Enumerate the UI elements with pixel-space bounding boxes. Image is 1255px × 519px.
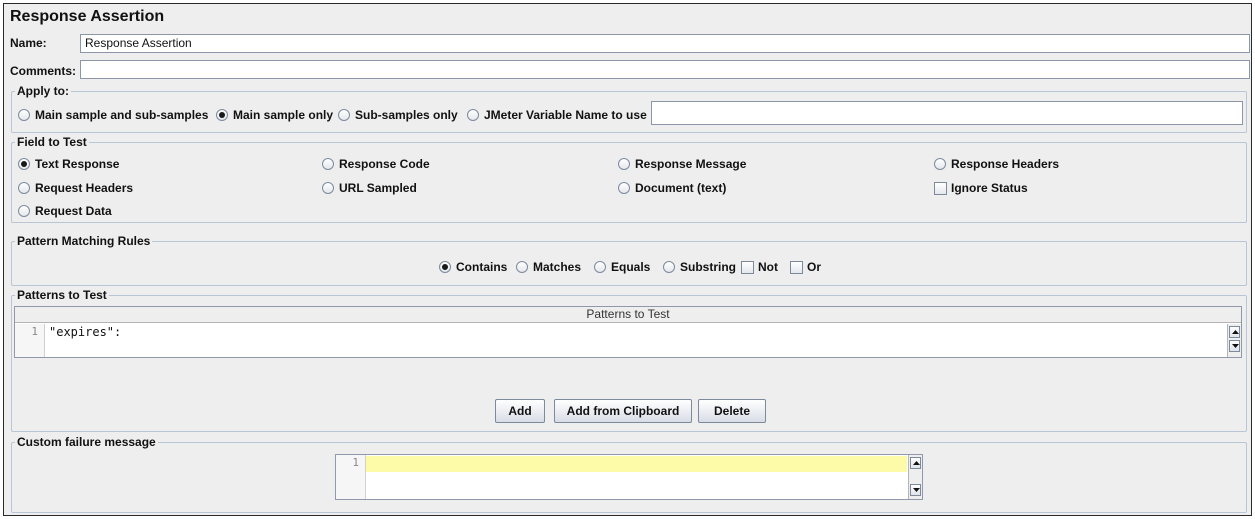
apply-to-legend: Apply to: (17, 84, 69, 98)
rule-not-checkbox[interactable]: Not (741, 260, 778, 274)
option-label: Equals (611, 260, 651, 274)
radio-icon (18, 109, 30, 121)
field-text-response-radio[interactable]: Text Response (18, 157, 119, 171)
option-label: Substring (680, 260, 736, 274)
radio-icon (618, 158, 630, 170)
field-request-data-radio[interactable]: Request Data (18, 204, 112, 218)
option-label: Main sample only (233, 108, 334, 122)
apply-main-only-radio[interactable]: Main sample only (216, 108, 333, 122)
response-assertion-panel: Response Assertion Name: Response Assert… (3, 3, 1252, 516)
field-response-headers-radio[interactable]: Response Headers (934, 157, 1059, 171)
option-label: Not (758, 260, 778, 274)
name-label: Name: (10, 36, 47, 50)
apply-jmeter-variable-radio[interactable]: JMeter Variable Name to use (467, 108, 647, 122)
patterns-table: Patterns to Test 1 "expires": (14, 306, 1242, 358)
pattern-row-text[interactable]: "expires": (49, 325, 121, 340)
patterns-legend: Patterns to Test (17, 288, 107, 302)
field-response-message-radio[interactable]: Response Message (618, 157, 746, 171)
field-response-code-radio[interactable]: Response Code (322, 157, 430, 171)
scroll-down-arrow-icon[interactable] (1229, 340, 1240, 352)
radio-icon (934, 158, 946, 170)
rule-or-checkbox[interactable]: Or (790, 260, 821, 274)
option-label: Response Code (339, 157, 430, 171)
ignore-status-checkbox[interactable]: Ignore Status (934, 181, 1028, 195)
field-to-test-legend: Field to Test (17, 135, 87, 149)
field-to-test-group: Field to Test (11, 135, 1247, 223)
field-url-sampled-radio[interactable]: URL Sampled (322, 181, 417, 195)
radio-icon (18, 182, 30, 194)
radio-icon (618, 182, 630, 194)
add-button[interactable]: Add (495, 399, 545, 423)
checkbox-icon (934, 181, 947, 195)
delete-button[interactable]: Delete (698, 399, 766, 423)
scroll-up-arrow-icon[interactable] (1229, 326, 1240, 338)
option-label: Contains (456, 260, 508, 274)
radio-icon (18, 205, 30, 217)
option-label: Response Message (635, 157, 747, 171)
radio-icon (594, 261, 606, 273)
option-label: Main sample and sub-samples (35, 108, 209, 122)
name-field[interactable]: Response Assertion (80, 34, 1250, 53)
pattern-rules-legend: Pattern Matching Rules (17, 234, 151, 248)
apply-main-and-sub-radio[interactable]: Main sample and sub-samples (18, 108, 208, 122)
option-label: Response Headers (951, 157, 1060, 171)
scroll-up-arrow-icon[interactable] (910, 457, 921, 469)
rule-matches-radio[interactable]: Matches (516, 260, 581, 274)
radio-icon (516, 261, 528, 273)
patterns-column-header: Patterns to Test (15, 307, 1241, 323)
option-label: Matches (533, 260, 582, 274)
option-label: Ignore Status (951, 181, 1028, 195)
radio-icon (322, 182, 334, 194)
radio-selected-icon (439, 261, 451, 273)
field-request-headers-radio[interactable]: Request Headers (18, 181, 133, 195)
rule-equals-radio[interactable]: Equals (594, 260, 650, 274)
jmeter-variable-field[interactable] (651, 101, 1243, 125)
failure-message-legend: Custom failure message (17, 435, 156, 449)
panel-title: Response Assertion (10, 8, 165, 25)
rule-contains-radio[interactable]: Contains (439, 260, 507, 274)
failure-scrollbar[interactable] (908, 455, 922, 499)
comments-label: Comments: (10, 64, 77, 78)
apply-sub-only-radio[interactable]: Sub-samples only (338, 108, 458, 122)
rule-substring-radio[interactable]: Substring (663, 260, 736, 274)
checkbox-icon (741, 260, 754, 274)
line-number-gutter: 1 (336, 455, 366, 499)
radio-icon (467, 109, 479, 121)
field-document-text-radio[interactable]: Document (text) (618, 181, 726, 195)
radio-selected-icon (216, 109, 228, 121)
add-from-clipboard-button[interactable]: Add from Clipboard (554, 399, 692, 423)
current-line-highlight (366, 456, 907, 472)
option-label: Sub-samples only (355, 108, 458, 122)
option-label: Text Response (35, 157, 120, 171)
option-label: Or (807, 260, 822, 274)
comments-field[interactable] (80, 60, 1250, 79)
option-label: URL Sampled (339, 181, 417, 195)
option-label: Request Headers (35, 181, 134, 195)
patterns-scrollbar[interactable] (1227, 324, 1241, 357)
radio-icon (322, 158, 334, 170)
line-number-gutter: 1 (15, 324, 45, 357)
scroll-down-arrow-icon[interactable] (910, 484, 921, 496)
failure-message-editor[interactable]: 1 (335, 454, 923, 500)
line-number: 1 (352, 456, 359, 469)
option-label: JMeter Variable Name to use (484, 108, 647, 122)
radio-icon (663, 261, 675, 273)
radio-icon (338, 109, 350, 121)
checkbox-icon (790, 260, 803, 274)
option-label: Document (text) (635, 181, 727, 195)
line-number: 1 (31, 325, 38, 338)
radio-selected-icon (18, 158, 30, 170)
option-label: Request Data (35, 204, 112, 218)
